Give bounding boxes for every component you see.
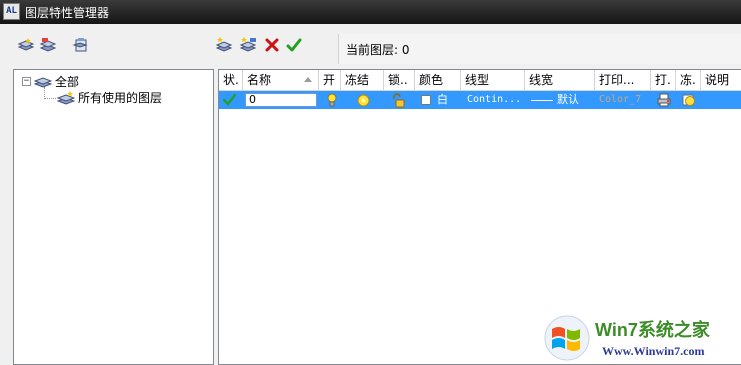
layer-vp-freeze-toggle[interactable] bbox=[678, 91, 700, 109]
col-description[interactable]: 说明 bbox=[701, 70, 741, 90]
column-header-row: 状. 名称 开 冻结 锁.. 颜色 线型 线宽 打印... 打. 冻. 说明 bbox=[219, 70, 741, 91]
filter-tree-panel[interactable]: − 全部 所有使用的图层 bbox=[13, 69, 214, 365]
layer-linetype-cell[interactable]: Contin... bbox=[463, 91, 525, 109]
col-vp-freeze[interactable]: 冻. bbox=[676, 70, 701, 90]
new-layer-vp-frozen-icon bbox=[239, 37, 257, 52]
layer-states-manager-icon bbox=[72, 38, 88, 52]
tree-node-all-label: 全部 bbox=[55, 75, 80, 89]
sort-ascending-icon bbox=[304, 77, 312, 82]
col-lineweight[interactable]: 线宽 bbox=[525, 70, 595, 90]
layer-freeze-toggle[interactable] bbox=[352, 91, 378, 109]
delete-layer-icon bbox=[265, 38, 279, 52]
layer-status-cell bbox=[219, 91, 243, 109]
col-color[interactable]: 颜色 bbox=[415, 70, 461, 90]
layer-lineweight-cell[interactable]: 默认 bbox=[527, 91, 595, 109]
col-name-label: 名称 bbox=[247, 73, 272, 87]
windows-logo-icon bbox=[544, 315, 590, 361]
new-property-filter-icon bbox=[17, 38, 35, 51]
col-linetype[interactable]: 线型 bbox=[461, 70, 525, 90]
col-name[interactable]: 名称 bbox=[243, 70, 319, 90]
tree-node-all[interactable]: − 全部 bbox=[22, 73, 79, 90]
window-title: 图层特性管理器 bbox=[25, 6, 110, 20]
lightbulb-on-icon bbox=[327, 93, 337, 107]
layer-filter-icon bbox=[57, 90, 75, 105]
layer-states-manager-button[interactable] bbox=[70, 36, 90, 54]
lineweight-sample bbox=[531, 99, 553, 101]
new-layer-icon bbox=[215, 37, 233, 52]
toolbar: 当前图层: 0 bbox=[0, 24, 741, 68]
new-property-filter-button[interactable] bbox=[16, 36, 36, 54]
layer-description-cell[interactable] bbox=[701, 91, 741, 109]
col-status[interactable]: 状. bbox=[219, 70, 243, 90]
current-layer-check-icon bbox=[223, 94, 236, 106]
unlocked-icon bbox=[393, 92, 405, 107]
tree-connector bbox=[44, 98, 56, 99]
new-group-filter-icon bbox=[39, 38, 57, 52]
title-bar: AL 图层特性管理器 bbox=[0, 0, 741, 24]
current-layer-display: 当前图层: 0 bbox=[338, 34, 741, 64]
new-group-filter-button[interactable] bbox=[38, 36, 58, 54]
layer-name-input[interactable]: 0 bbox=[245, 93, 317, 107]
layer-lock-toggle[interactable] bbox=[387, 91, 411, 109]
layer-row[interactable]: 0 白 Contin... 默认 Color_7 bbox=[219, 91, 741, 109]
watermark-url: Www.Winwin7.com bbox=[602, 344, 705, 358]
sun-thawed-icon bbox=[357, 94, 370, 106]
col-plot-style[interactable]: 打印... bbox=[595, 70, 651, 90]
col-freeze[interactable]: 冻结 bbox=[341, 70, 384, 90]
col-on[interactable]: 开 bbox=[319, 70, 341, 90]
col-plot[interactable]: 打. bbox=[651, 70, 676, 90]
app-icon: AL bbox=[3, 3, 20, 20]
new-layer-vp-frozen-button[interactable] bbox=[238, 36, 258, 54]
layer-color-name: 白 bbox=[437, 93, 448, 106]
layer-on-toggle[interactable] bbox=[322, 91, 340, 109]
watermark-brand: Win7系统之家 bbox=[595, 320, 710, 340]
col-lock[interactable]: 锁.. bbox=[384, 70, 415, 90]
lineweight-value: 默认 bbox=[557, 93, 579, 106]
color-swatch bbox=[421, 95, 431, 105]
set-current-icon bbox=[286, 38, 302, 52]
new-layer-button[interactable] bbox=[214, 36, 234, 54]
watermark: Win7系统之家 Www.Winwin7.com bbox=[540, 312, 740, 365]
layer-color-cell[interactable]: 白 bbox=[417, 91, 461, 109]
layer-plot-toggle[interactable] bbox=[653, 91, 675, 109]
set-current-button[interactable] bbox=[284, 36, 304, 54]
layer-plot-style-cell[interactable]: Color_7 bbox=[595, 91, 651, 109]
printer-icon bbox=[657, 93, 671, 107]
delete-layer-button[interactable] bbox=[262, 36, 282, 54]
tree-node-used-layers-label: 所有使用的图层 bbox=[78, 91, 163, 105]
collapse-toggle[interactable]: − bbox=[22, 77, 31, 86]
vp-thawed-icon bbox=[682, 94, 695, 106]
layer-stack-icon bbox=[34, 76, 52, 88]
tree-node-used-layers[interactable]: 所有使用的图层 bbox=[57, 89, 162, 106]
current-layer-label: 当前图层: 0 bbox=[346, 43, 410, 57]
